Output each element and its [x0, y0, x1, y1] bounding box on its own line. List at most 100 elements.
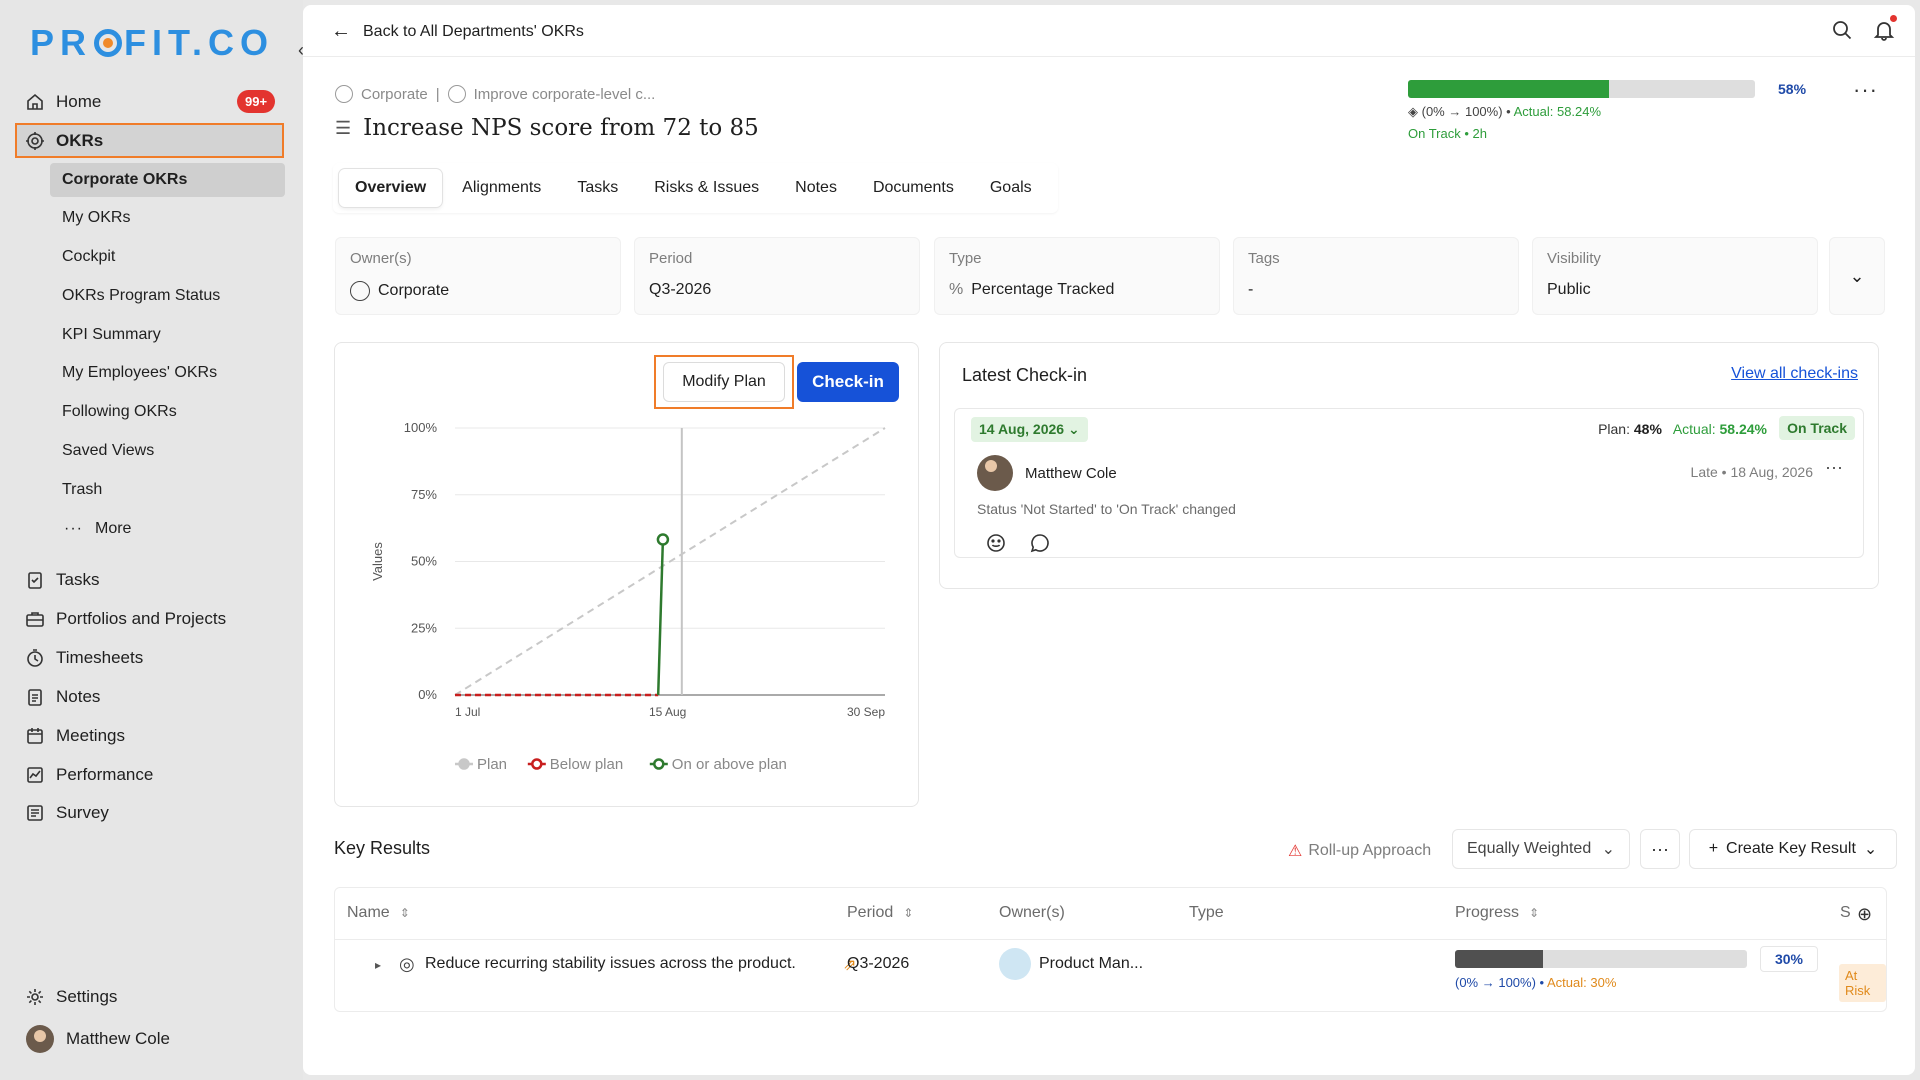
sort-icon: ⇕	[903, 906, 914, 920]
home-icon	[24, 91, 46, 113]
current-user[interactable]: Matthew Cole	[26, 1025, 170, 1053]
info-label: Type	[949, 250, 982, 267]
sidebar-item-notes[interactable]: Notes	[24, 680, 100, 714]
sidebar-subitem-trash[interactable]: Trash	[62, 476, 102, 504]
progress-fill	[1408, 80, 1610, 98]
actual-label: Actual:	[1672, 421, 1716, 437]
sidebar-item-timesheets[interactable]: Timesheets	[24, 641, 143, 675]
create-key-result-button[interactable]: + Create Key Result ⌄	[1689, 829, 1897, 869]
info-label: Owner(s)	[350, 250, 412, 267]
progress-chart-card: Modify Plan Check-in 0% 25% 50% 75% 100% 1 Ju…	[334, 342, 919, 807]
notification-badge: 99+	[237, 90, 276, 113]
kr-more-button[interactable]: ···	[1640, 829, 1680, 869]
sidebar-subitem-more[interactable]: ··· More	[64, 515, 131, 543]
sidebar-item-tasks[interactable]: Tasks	[24, 563, 99, 597]
target-icon	[447, 85, 466, 103]
chevron-down-icon: ⌄	[1067, 421, 1080, 437]
tab-goals[interactable]: Goals	[974, 169, 1048, 207]
add-column-icon[interactable]: ⊕	[1857, 904, 1872, 925]
sidebar-item-label: Portfolios and Projects	[56, 609, 227, 628]
checkin-actions	[985, 532, 1051, 559]
legend-label: On or above plan	[672, 756, 787, 773]
sidebar-item-okrs[interactable]: OKRs	[24, 124, 103, 158]
weighting-select[interactable]: Equally Weighted ⌄	[1452, 829, 1630, 869]
column-label: Period	[847, 904, 894, 921]
breadcrumb: Corporate | Improve corporate-level c...	[335, 85, 655, 103]
sidebar-item-meetings[interactable]: Meetings	[24, 719, 125, 753]
column-label: Name	[347, 904, 390, 921]
expand-details-button[interactable]: ⌄	[1829, 237, 1885, 315]
more-label: More	[94, 520, 132, 537]
sidebar-subitem-employees-okrs[interactable]: My Employees' OKRs	[62, 359, 217, 387]
clipboard-icon	[24, 569, 46, 591]
create-kr-label: Create Key Result	[1726, 840, 1856, 857]
globe-icon	[350, 281, 370, 301]
legend-label: Below plan	[550, 756, 623, 773]
column-label: S	[1840, 904, 1851, 921]
sidebar-subitem-cockpit[interactable]: Cockpit	[62, 243, 115, 271]
info-label: Period	[649, 250, 693, 267]
column-owners[interactable]: Owner(s)	[999, 904, 1065, 922]
status-badge: On Track	[1779, 416, 1855, 440]
sidebar-item-settings[interactable]: Settings	[24, 980, 117, 1014]
chevron-down-icon: ⌄	[1863, 841, 1878, 858]
info-label: Tags	[1248, 250, 1280, 267]
sidebar-subitem-my-okrs[interactable]: My OKRs	[62, 204, 130, 232]
breadcrumb-parent-okr[interactable]: Improve corporate-level c...	[474, 86, 656, 103]
tab-alignments[interactable]: Alignments	[446, 169, 557, 207]
x-tick-label: 15 Aug	[649, 705, 686, 719]
x-tick-label: 1 Jul	[455, 705, 480, 719]
checkin-user-name: Matthew Cole	[1025, 464, 1117, 482]
tab-tasks[interactable]: Tasks	[561, 169, 634, 207]
search-icon[interactable]	[1831, 19, 1853, 46]
breadcrumb-corporate[interactable]: Corporate	[361, 86, 428, 103]
sidebar-item-label: Settings	[56, 987, 118, 1006]
add-reaction-icon[interactable]	[985, 532, 1007, 559]
sidebar-subitem-corporate-okrs[interactable]: Corporate OKRs	[62, 166, 187, 194]
sidebar-subitem-saved-views[interactable]: Saved Views	[62, 437, 154, 465]
kr-name[interactable]: Reduce recurring stability issues across…	[425, 955, 796, 973]
column-progress[interactable]: Progress ⇕	[1455, 904, 1539, 922]
kr-progress-percent: 30%	[1760, 946, 1818, 972]
more-dots-icon: ···	[64, 520, 83, 537]
checkin-entry: 14 Aug, 2026 ⌄ Plan: 48% Actual: 58.24% …	[954, 408, 1864, 558]
back-link[interactable]: ← Back to All Departments' OKRs	[331, 20, 584, 43]
progress-chart: 0% 25% 50% 75% 100% 1 Jul 15 Aug 30 Sep Values Pl…	[370, 420, 886, 773]
tab-documents[interactable]: Documents	[857, 169, 970, 207]
sidebar-item-portfolios[interactable]: Portfolios and Projects	[24, 602, 226, 636]
column-name[interactable]: Name ⇕	[347, 904, 410, 922]
info-label: Visibility	[1547, 250, 1601, 267]
plan-value: 48%	[1633, 421, 1662, 437]
checkin-more-button[interactable]: ···	[1825, 457, 1843, 478]
checkin-date-dropdown[interactable]: 14 Aug, 2026 ⌄	[971, 417, 1088, 442]
bell-icon[interactable]	[1873, 15, 1897, 46]
owner-avatar	[999, 948, 1031, 980]
expand-row-icon[interactable]: ▸	[375, 958, 381, 972]
sidebar-subitem-kpi-summary[interactable]: KPI Summary	[62, 321, 161, 349]
more-options-button[interactable]: ···	[1853, 77, 1878, 103]
stopwatch-icon	[24, 647, 46, 669]
kr-range: (0% → 100%) •	[1455, 975, 1545, 990]
progress-meta: ◈ (0% → 100%) • Actual: 58.24%	[1408, 104, 1602, 119]
view-all-checkins-link[interactable]: View all check-ins	[1731, 365, 1858, 383]
comment-icon[interactable]	[1029, 532, 1051, 559]
column-period[interactable]: Period ⇕	[847, 904, 913, 922]
y-tick-label: 0%	[418, 687, 437, 702]
tab-risks-issues[interactable]: Risks & Issues	[638, 169, 775, 207]
y-tick-label: 75%	[411, 487, 437, 502]
sidebar-item-home[interactable]: Home	[24, 85, 101, 119]
sidebar-subitem-program-status[interactable]: OKRs Program Status	[62, 282, 220, 310]
sidebar-item-label: Survey	[56, 803, 109, 822]
profit-co-logo[interactable]: PR FIT.CO	[30, 22, 274, 64]
tab-overview[interactable]: Overview	[339, 169, 443, 207]
sidebar-item-performance[interactable]: Performance	[24, 758, 153, 792]
column-type[interactable]: Type	[1189, 904, 1224, 922]
kr-period: Q3-2026	[847, 955, 910, 972]
sidebar-subitem-following-okrs[interactable]: Following OKRs	[62, 398, 177, 426]
tab-notes[interactable]: Notes	[779, 169, 853, 207]
sidebar-item-survey[interactable]: Survey	[24, 796, 109, 830]
latest-checkin-card: Latest Check-in View all check-ins 14 Au…	[939, 342, 1879, 589]
column-status[interactable]: S	[1840, 904, 1851, 922]
rollup-approach[interactable]: ⚠ Roll-up Approach	[1288, 841, 1431, 861]
kr-progress-bar	[1455, 950, 1747, 968]
